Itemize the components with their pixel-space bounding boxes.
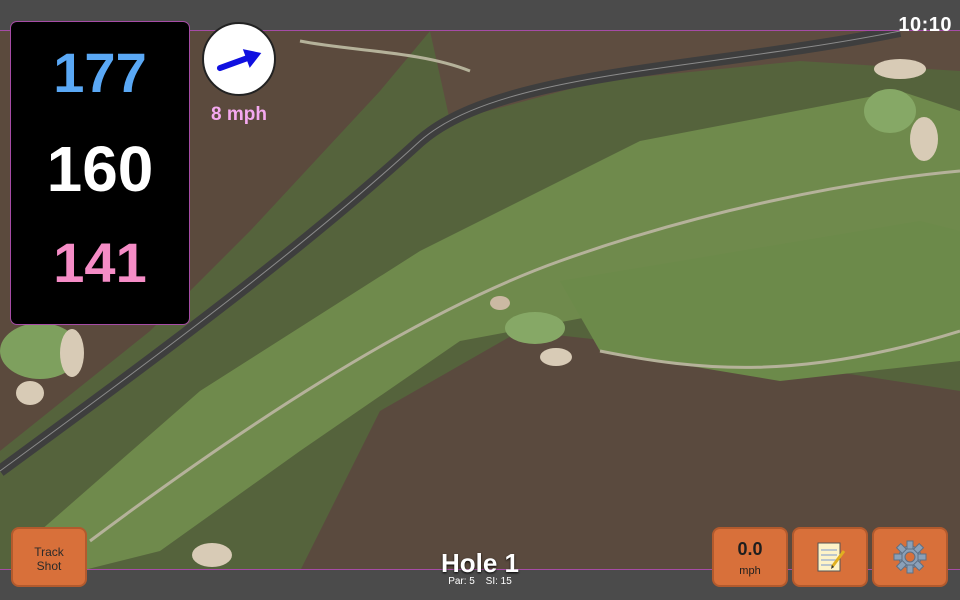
track-shot-button[interactable]: Track Shot [11, 527, 87, 587]
speed-value: 0.0 [737, 539, 763, 559]
track-shot-line2: Shot [36, 559, 62, 573]
back-yardage: 177 [53, 41, 147, 104]
wind-indicator[interactable] [202, 22, 276, 96]
wind-speed-label: 8 mph [211, 104, 267, 125]
track-shot-line1: Track [34, 545, 64, 559]
center-yardage: 160 [46, 133, 154, 205]
stroke-index-label: SI: 15 [485, 576, 512, 587]
status-time: 10:10 [898, 14, 952, 36]
par-label: Par: 5 [448, 576, 475, 587]
front-yardage: 141 [53, 231, 147, 294]
notepad-icon [817, 542, 846, 572]
hole-title: Hole 1 [440, 548, 520, 578]
settings-button[interactable] [872, 527, 948, 587]
speed-unit: mph [739, 565, 761, 577]
wind-arrow-icon [216, 49, 262, 72]
speed-button[interactable]: 0.0 mph [712, 527, 788, 587]
gear-icon [893, 540, 927, 574]
yardage-panel: 177 160 141 [11, 22, 189, 324]
notes-button[interactable] [792, 527, 868, 587]
hole-info: Par: 5 SI: 15 [380, 576, 580, 587]
